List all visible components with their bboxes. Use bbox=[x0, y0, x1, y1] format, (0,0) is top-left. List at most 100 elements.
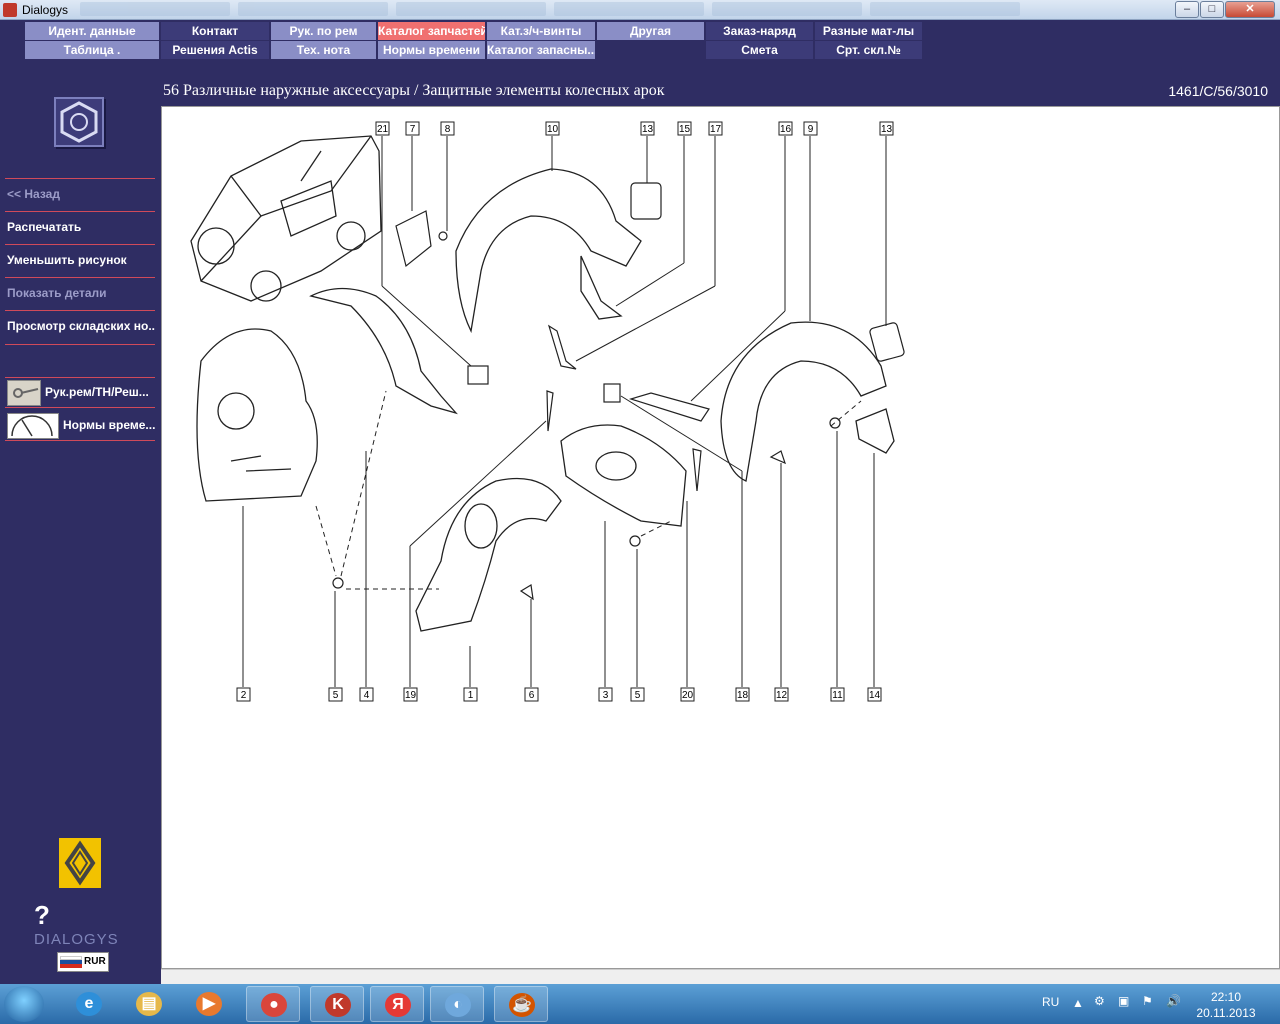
menu-item[interactable]: Решения Actis bbox=[161, 41, 269, 59]
part-4-liner bbox=[309, 287, 458, 415]
callout-number: 2 bbox=[241, 690, 247, 701]
van-illustration bbox=[190, 135, 382, 302]
callout-number: 13 bbox=[642, 124, 654, 135]
menu-item[interactable]: Каталог запчастей bbox=[378, 22, 485, 40]
callout-bottom[interactable]: 5 bbox=[630, 687, 645, 702]
callout-top[interactable]: 13 bbox=[640, 121, 655, 136]
callout-bottom[interactable]: 18 bbox=[735, 687, 750, 702]
parts-diagram[interactable]: 21 7 8 10 13 15 17 16 9 13 2 5 4 19 1 6 3 5 20 18 12 11 14 bbox=[161, 106, 1280, 969]
currency-flag-button[interactable]: RUR bbox=[57, 952, 109, 972]
callout-top[interactable]: 16 bbox=[778, 121, 793, 136]
taskbar: e ▤ ▶ ● K Я ◐ ☕ RU ▲ ⚙ ▣ ⚑ 🔊 22:10 20.11.2013 bbox=[0, 984, 1280, 1024]
network-icon[interactable]: ▣ bbox=[1118, 994, 1129, 1008]
window-title: Dialogys bbox=[22, 3, 69, 17]
clock[interactable]: 22:10 20.11.2013 bbox=[1190, 989, 1262, 1021]
menu-item[interactable]: Срт. скл.№ bbox=[815, 41, 922, 59]
callout-number: 17 bbox=[710, 124, 722, 135]
callout-bottom[interactable]: 1 bbox=[463, 687, 478, 702]
callout-top[interactable]: 15 bbox=[677, 121, 692, 136]
callout-number: 5 bbox=[333, 690, 339, 701]
shortcut-time-norms[interactable]: Нормы време... bbox=[5, 410, 155, 441]
clock-icon bbox=[7, 413, 59, 439]
menu-item[interactable]: Таблица . bbox=[25, 41, 159, 59]
start-button[interactable] bbox=[4, 986, 44, 1022]
callout-bottom[interactable]: 12 bbox=[774, 687, 789, 702]
sidebar-item[interactable]: Распечатать bbox=[5, 211, 155, 244]
chrome-taskbar-button[interactable]: ● bbox=[246, 986, 300, 1022]
explorer-taskbar-button[interactable]: ▤ bbox=[122, 986, 176, 1022]
sidebar: << Назад Распечатать Уменьшить рисунок Пока… bbox=[0, 60, 160, 984]
media-player-taskbar-button[interactable]: ▶ bbox=[182, 986, 236, 1022]
menu-item[interactable]: Смета bbox=[706, 41, 813, 59]
callout-number: 12 bbox=[776, 690, 788, 701]
callout-bottom[interactable]: 5 bbox=[328, 687, 343, 702]
sidebar-item[interactable]: Показать детали bbox=[5, 277, 155, 310]
shortcut-repair-manual[interactable]: Рук.рем/ТН/Реш... bbox=[5, 377, 155, 408]
part-9-liner bbox=[720, 321, 895, 482]
maximize-button[interactable]: □ bbox=[1200, 1, 1224, 18]
kaspersky-taskbar-button[interactable]: K bbox=[310, 986, 364, 1022]
callout-bottom[interactable]: 6 bbox=[524, 687, 539, 702]
app-icon bbox=[3, 3, 17, 17]
java-taskbar-button[interactable]: ☕ bbox=[494, 986, 548, 1022]
menu-item[interactable]: Нормы времени bbox=[378, 41, 485, 59]
menu-item[interactable]: Идент. данные bbox=[25, 22, 159, 40]
clock-date: 20.11.2013 bbox=[1196, 1006, 1256, 1020]
callout-bottom[interactable]: 2 bbox=[236, 687, 251, 702]
callout-top[interactable]: 9 bbox=[803, 121, 818, 136]
status-strip bbox=[161, 969, 1280, 984]
part-3-liner bbox=[560, 424, 687, 527]
callout-number: 16 bbox=[780, 124, 792, 135]
menu-item[interactable]: Другая bbox=[597, 22, 704, 40]
sidebar-item[interactable]: Просмотр складских но... bbox=[5, 310, 155, 343]
title-bar: Dialogys – □ ✕ bbox=[0, 0, 1280, 20]
callout-bottom[interactable]: 3 bbox=[598, 687, 613, 702]
menu-item[interactable]: Разные мат-лы bbox=[815, 22, 922, 40]
callout-top[interactable]: 13 bbox=[879, 121, 894, 136]
yandex-taskbar-button[interactable]: Я bbox=[370, 986, 424, 1022]
sidebar-item[interactable]: Уменьшить рисунок bbox=[5, 244, 155, 277]
sidebar-item[interactable]: << Назад bbox=[5, 178, 155, 211]
callout-bottom[interactable]: 20 bbox=[680, 687, 695, 702]
volume-app-taskbar-button[interactable]: ◐ bbox=[430, 986, 484, 1022]
callout-top[interactable]: 17 bbox=[708, 121, 723, 136]
menu-item[interactable]: Контакт bbox=[161, 22, 269, 40]
callout-top[interactable]: 21 bbox=[375, 121, 390, 136]
java-icon: ☕ bbox=[509, 993, 535, 1017]
page-title: 56 Различные наружные аксессуары / Защит… bbox=[163, 82, 665, 99]
ie-taskbar-button[interactable]: e bbox=[62, 986, 116, 1022]
callout-number: 20 bbox=[682, 690, 694, 701]
menu-item[interactable]: Заказ-наряд bbox=[706, 22, 813, 40]
callout-bottom[interactable]: 14 bbox=[867, 687, 882, 702]
flag-icon[interactable]: ⚑ bbox=[1142, 994, 1153, 1008]
media-player-icon: ▶ bbox=[196, 992, 222, 1016]
callout-top[interactable]: 8 bbox=[440, 121, 455, 136]
explorer-icon: ▤ bbox=[136, 992, 162, 1016]
menu-item[interactable]: Кат.з/ч-винты bbox=[487, 22, 595, 40]
callout-number: 5 bbox=[635, 690, 641, 701]
callout-top[interactable]: 10 bbox=[545, 121, 560, 136]
sidebar-divider bbox=[5, 344, 155, 345]
close-button[interactable]: ✕ bbox=[1225, 1, 1275, 18]
clock-time: 22:10 bbox=[1210, 990, 1242, 1004]
ie-icon: e bbox=[76, 992, 102, 1016]
callout-top[interactable]: 7 bbox=[405, 121, 420, 136]
callout-number: 8 bbox=[445, 124, 451, 135]
part-10-liner bbox=[455, 168, 642, 334]
callout-number: 14 bbox=[869, 690, 881, 701]
language-indicator[interactable]: RU bbox=[1042, 995, 1059, 1009]
volume-icon[interactable]: 🔊 bbox=[1166, 994, 1181, 1008]
steam-icon[interactable]: ⚙ bbox=[1094, 994, 1105, 1008]
tray-expand-icon[interactable]: ▲ bbox=[1072, 996, 1084, 1010]
menu-item[interactable]: Каталог запасны... bbox=[487, 41, 595, 59]
menu-item[interactable]: Рук. по рем bbox=[271, 22, 376, 40]
part-2-liner bbox=[196, 328, 318, 502]
callout-bottom[interactable]: 11 bbox=[830, 687, 845, 702]
callout-number: 19 bbox=[405, 690, 417, 701]
callout-number: 10 bbox=[547, 124, 559, 135]
menu-item[interactable]: Тех. нота bbox=[271, 41, 376, 59]
callout-bottom[interactable]: 4 bbox=[359, 687, 374, 702]
minimize-button[interactable]: – bbox=[1175, 1, 1199, 18]
callout-bottom[interactable]: 19 bbox=[403, 687, 418, 702]
callout-number: 13 bbox=[881, 124, 893, 135]
